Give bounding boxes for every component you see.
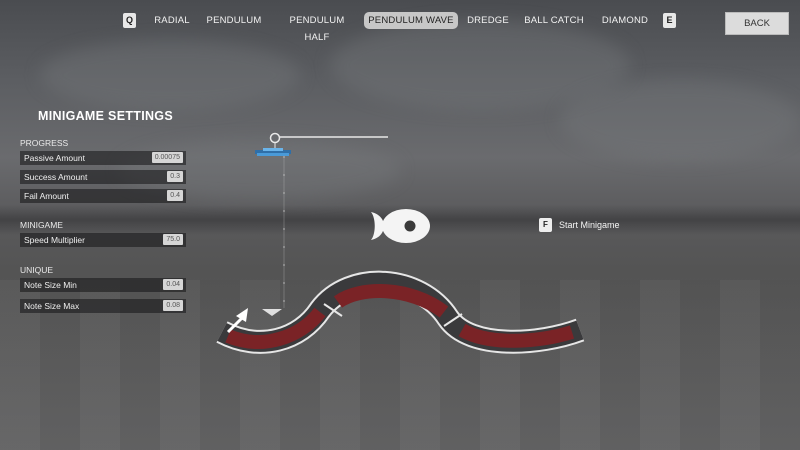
drop-marker: [262, 309, 282, 316]
pendulum-wave-playfield: [216, 132, 585, 354]
start-key-hint: F: [539, 218, 552, 232]
start-minigame-label[interactable]: Start Minigame: [559, 220, 620, 230]
pendulum-weight: [255, 148, 291, 156]
pendulum-pivot: [269, 132, 281, 144]
fish-icon: [371, 209, 430, 243]
